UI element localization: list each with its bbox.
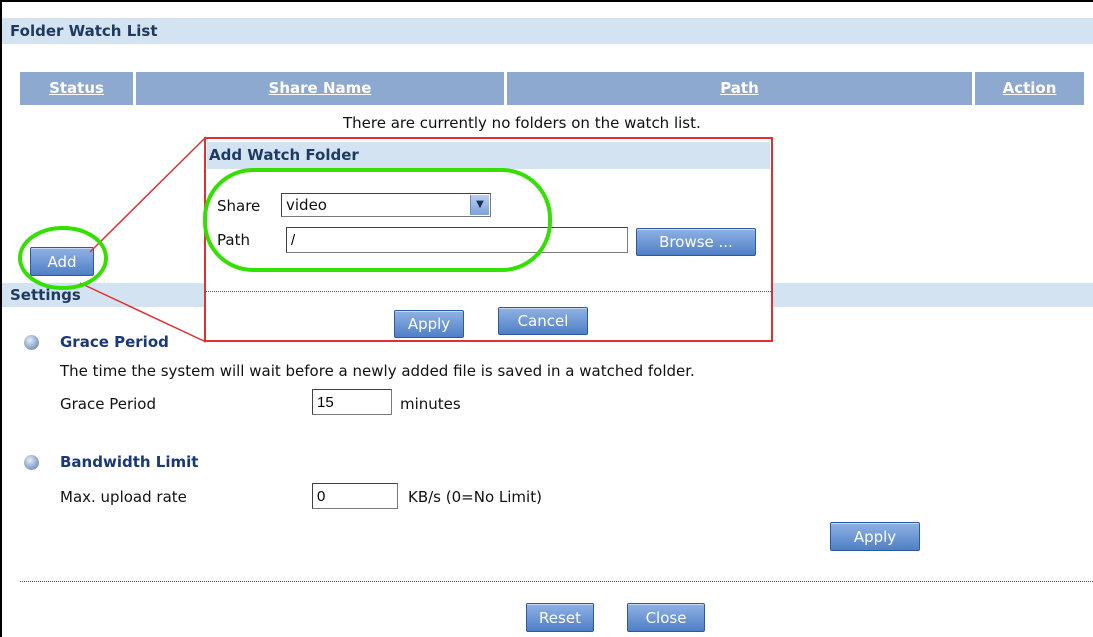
annotation-overlay: [18, 136, 552, 343]
share-path-highlight: [203, 168, 552, 272]
callout-line-top: [89, 136, 207, 253]
callout-line-bottom: [79, 282, 207, 343]
add-button-highlight: [18, 226, 108, 290]
